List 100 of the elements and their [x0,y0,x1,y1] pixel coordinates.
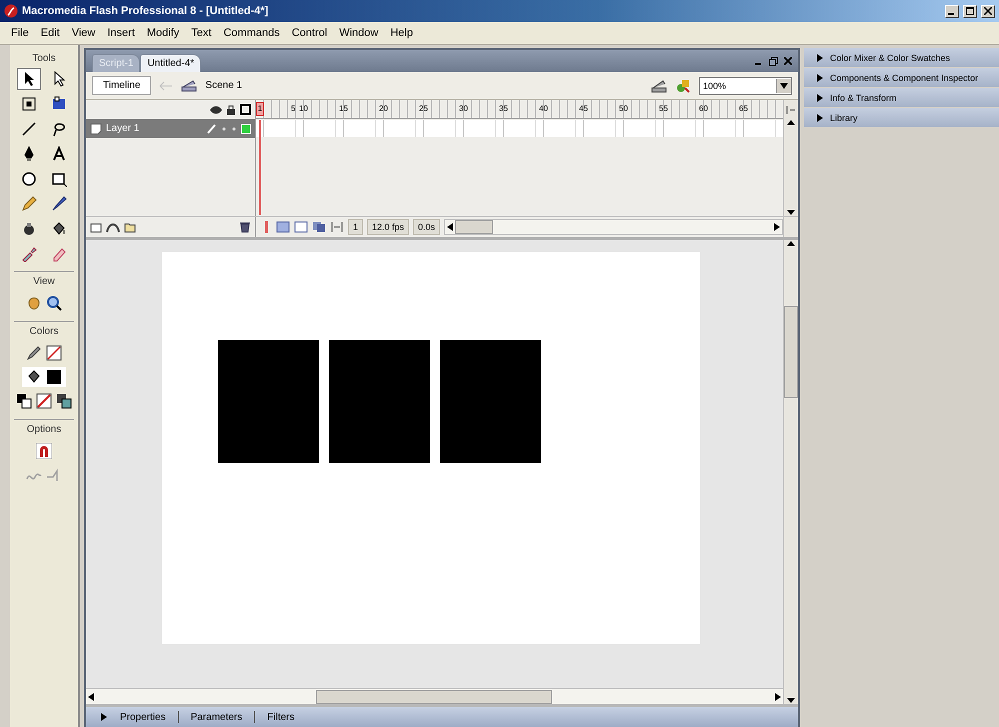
scroll-left-icon[interactable] [86,692,96,700]
menu-item[interactable]: Help [385,25,418,41]
window-title: Macromedia Flash Professional 8 - [Untitled-4*] [22,5,270,17]
frame-number: 40 [538,103,549,115]
panel-header[interactable]: Info & Transform [804,88,999,107]
zoom-field[interactable]: 100% [699,76,792,94]
outline-icon [240,104,251,115]
add-layer-icon[interactable] [90,221,102,233]
scroll-left-icon[interactable] [445,223,456,231]
layer-icon [90,122,102,134]
oval-icon [21,171,37,187]
pencil-icon[interactable] [26,345,42,361]
caret-icon [780,82,788,90]
vertical-scrollbar[interactable] [783,217,798,237]
gradient-transform-icon [51,96,67,112]
minimize-button[interactable] [945,4,959,18]
dot-icon [221,126,227,132]
menu-item[interactable]: Control [286,25,332,41]
line-icon [21,121,37,137]
edit-multiple-frames-icon[interactable] [312,221,326,233]
layer-row[interactable]: Layer 1 [86,119,256,138]
vertical-scrollbar[interactable] [783,138,798,216]
onion-outline-icon[interactable] [294,221,308,233]
maximize-icon [966,7,974,15]
lock-icon [226,104,236,115]
frame-number: 5 [290,103,296,115]
pencil-icon [21,196,37,212]
menu-item[interactable]: Modify [142,25,184,41]
frame-number: 25 [418,103,429,115]
frame-number: 10 [298,103,309,115]
panel-header[interactable]: Components & Component Inspector [804,68,999,87]
close-icon [984,7,992,15]
vertical-scrollbar[interactable] [783,240,798,704]
outline-color-icon [241,124,251,134]
onion-markers-icon[interactable] [330,221,344,233]
panel-title: Tools [32,53,56,64]
edit-symbols-icon[interactable] [675,78,691,94]
magnet-icon[interactable] [36,443,52,459]
frame-view-icon[interactable] [786,104,796,114]
menu-item[interactable]: Insert [102,25,140,41]
horizontal-scrollbar[interactable] [444,219,783,235]
scroll-right-icon[interactable] [773,692,783,700]
text-tool-icon [51,146,67,162]
panel-tab[interactable]: Properties [116,712,170,722]
fill-swatch-icon[interactable] [46,369,62,385]
add-folder-icon[interactable] [124,221,136,233]
panel-header[interactable]: Color Mixer & Color Swatches [804,48,999,67]
panel-tab[interactable]: Parameters [186,712,246,722]
zoom-icon[interactable] [46,295,62,311]
menu-item[interactable]: View [66,25,100,41]
timeline-button[interactable]: Timeline [92,76,152,95]
menu-item[interactable]: Commands [218,25,285,41]
scroll-right-icon[interactable] [772,223,782,231]
maximize-button[interactable] [963,4,977,18]
expand-triangle-icon [100,713,108,721]
edit-scene-icon[interactable] [651,78,667,94]
restore-icon[interactable] [769,56,778,66]
frame-number: 30 [458,103,469,115]
lasso-icon [51,121,67,137]
vertical-scrollbar[interactable] [783,100,798,119]
scroll-thumb[interactable] [784,306,798,398]
no-color-swatch-icon[interactable] [46,345,62,361]
hand-icon[interactable] [26,295,42,311]
add-guide-layer-icon[interactable] [106,221,120,233]
document-tab[interactable]: Untitled-4* [140,54,202,72]
frame-number: 15 [338,103,349,115]
menu-item[interactable]: File [6,25,34,41]
elapsed-time: 0.0s [413,219,440,235]
panel-tab[interactable]: Filters [263,712,298,722]
layer-name: Layer 1 [106,123,140,134]
onion-skin-icon[interactable] [276,221,290,233]
default-colors-icon[interactable] [16,393,32,409]
frame-number: 55 [658,103,669,115]
frame-number: 60 [698,103,709,115]
frame-number: 1 [256,102,264,116]
dropdown-button[interactable] [776,78,791,92]
app-logo-icon [4,4,18,18]
frame-number: 45 [578,103,589,115]
menu-item[interactable]: Edit [36,25,65,41]
scene-icon [181,78,198,92]
section-title: Colors [30,326,58,337]
swap-colors-icon[interactable] [56,393,72,409]
scroll-thumb[interactable] [316,690,552,704]
horizontal-scrollbar[interactable] [86,688,783,704]
paint-bucket-icon [51,221,67,237]
expand-triangle-icon [816,94,824,102]
frame-number: 35 [498,103,509,115]
paint-bucket-icon[interactable] [26,369,42,385]
close-icon[interactable] [784,56,792,64]
transform-icon [21,96,37,112]
menu-item[interactable]: Text [186,25,216,41]
arrow-tool[interactable] [17,68,41,90]
section-title: Options [26,424,62,435]
close-button[interactable] [981,4,995,18]
expand-triangle-icon [816,74,824,82]
menu-item[interactable]: Window [334,25,384,41]
no-color-icon[interactable] [36,393,52,409]
trash-icon[interactable] [239,221,251,233]
panel-header[interactable]: Library [804,108,999,127]
scroll-thumb[interactable] [455,220,494,234]
